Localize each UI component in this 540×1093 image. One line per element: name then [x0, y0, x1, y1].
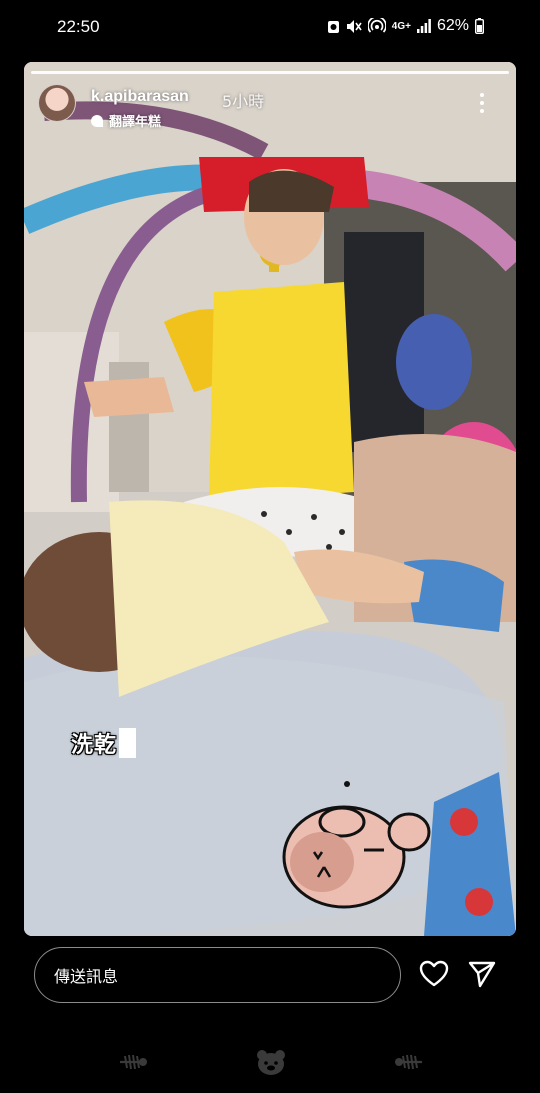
- story-caption: 洗乾: [71, 727, 137, 759]
- heart-icon[interactable]: [418, 958, 450, 990]
- avatar[interactable]: [38, 84, 76, 122]
- status-bar: 22:50 4G+ 62%: [0, 0, 540, 56]
- more-options-button[interactable]: [472, 90, 492, 116]
- status-icons: 4G+ 62%: [327, 17, 484, 35]
- story-progress-bar: [31, 71, 509, 74]
- send-icon[interactable]: [466, 958, 498, 990]
- fishbone-recents-icon[interactable]: [393, 1048, 425, 1076]
- audio-icon: [91, 114, 103, 127]
- mute-icon: [346, 19, 362, 33]
- caption-text: 洗乾: [71, 733, 118, 758]
- more-options-dot: [480, 109, 484, 113]
- status-time: 22:50: [57, 17, 100, 36]
- story-username[interactable]: k.apibarasan: [91, 88, 189, 106]
- more-options-icon: [480, 93, 484, 97]
- audio-attribution[interactable]: 翻譯年糕: [91, 111, 161, 130]
- story-viewer[interactable]: k.apibarasan 5小時 翻譯年糕 洗乾: [24, 62, 516, 936]
- signal-icon: [416, 19, 431, 33]
- reply-message-input[interactable]: 傳送訊息: [34, 947, 401, 1003]
- bear-home-icon[interactable]: [255, 1048, 287, 1076]
- battery-percent: 62%: [436, 17, 469, 34]
- more-options-dot: [480, 101, 484, 105]
- text-cursor: [119, 728, 137, 758]
- network-type: 4G+: [391, 20, 411, 32]
- audio-label: 翻譯年糕: [109, 115, 162, 130]
- reply-placeholder: 傳送訊息: [54, 967, 119, 986]
- story-header: k.apibarasan 5小時 翻譯年糕: [38, 84, 502, 130]
- story-time-ago: 5小時: [222, 92, 265, 111]
- hotspot-icon: [367, 18, 386, 33]
- battery-icon: [475, 18, 484, 34]
- fishbone-back-icon[interactable]: [117, 1048, 149, 1076]
- alarm-icon: [327, 20, 339, 33]
- story-video-frame: [24, 62, 516, 936]
